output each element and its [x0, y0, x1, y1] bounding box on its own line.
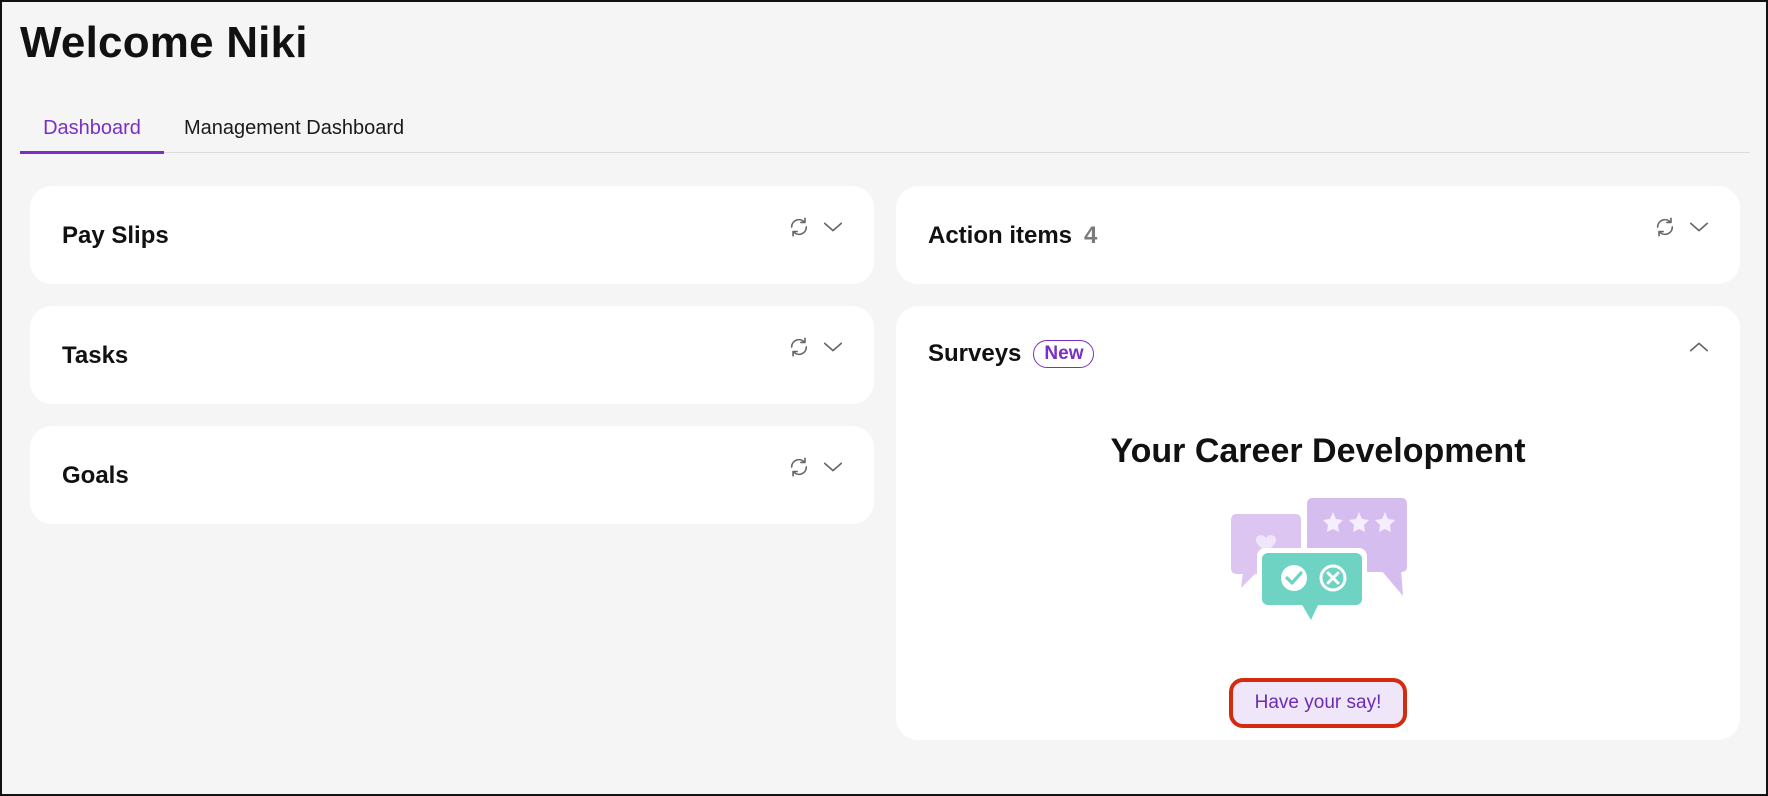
tab-bar: Dashboard Management Dashboard [20, 104, 1750, 154]
action-items-heading: Action items 4 [928, 222, 1097, 250]
chevron-down-icon[interactable] [822, 216, 844, 238]
tasks-title: Tasks [62, 342, 129, 369]
pay-slips-card: Pay Slips [30, 186, 874, 284]
tab-dashboard[interactable]: Dashboard [20, 104, 164, 154]
surveys-heading: Surveys New [928, 340, 1095, 368]
tab-management-dashboard[interactable]: Management Dashboard [184, 104, 404, 152]
pay-slips-title: Pay Slips [62, 222, 169, 249]
page-title: Welcome Niki [20, 18, 308, 67]
page-frame: Welcome Niki Dashboard Management Dashbo… [0, 0, 1768, 796]
surveys-card: Surveys New Your Career Development Have… [896, 306, 1740, 740]
chevron-up-icon[interactable] [1688, 336, 1710, 358]
chevron-down-icon[interactable] [822, 336, 844, 358]
surveys-title: Surveys [928, 340, 1022, 367]
goals-card: Goals [30, 426, 874, 524]
surveys-controls [1688, 336, 1710, 358]
tasks-card: Tasks [30, 306, 874, 404]
have-your-say-button[interactable]: Have your say! [1229, 678, 1407, 728]
refresh-icon[interactable] [788, 336, 810, 358]
survey-title: Your Career Development [1110, 432, 1526, 470]
action-items-card: Action items 4 [896, 186, 1740, 284]
refresh-icon[interactable] [1654, 216, 1676, 238]
pay-slips-controls [788, 216, 844, 238]
refresh-icon[interactable] [788, 216, 810, 238]
chevron-down-icon[interactable] [1688, 216, 1710, 238]
goals-title: Goals [62, 462, 129, 489]
new-badge: New [1033, 340, 1095, 368]
goals-controls [788, 456, 844, 478]
action-items-controls [1654, 216, 1710, 238]
tasks-controls [788, 336, 844, 358]
survey-chat-illustration [1231, 498, 1407, 620]
action-items-count: 4 [1084, 222, 1098, 249]
action-items-title: Action items [928, 222, 1073, 249]
chevron-down-icon[interactable] [822, 456, 844, 478]
refresh-icon[interactable] [788, 456, 810, 478]
